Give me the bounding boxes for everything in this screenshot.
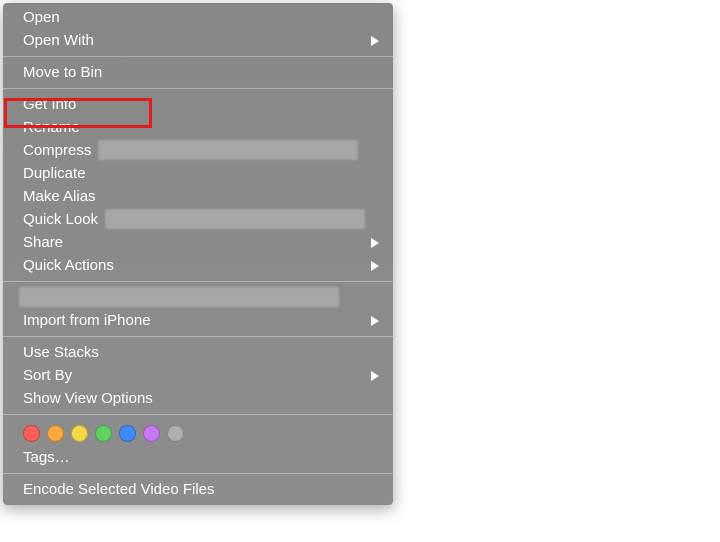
menu-item-label: Make Alias <box>23 188 96 205</box>
menu-separator <box>3 336 393 337</box>
menu-separator <box>3 88 393 89</box>
chevron-right-icon <box>371 261 379 271</box>
menu-item-label: Sort By <box>23 367 72 384</box>
menu-item-label: Quick Actions <box>23 257 114 274</box>
menu-quick-actions[interactable]: Quick Actions <box>3 254 393 277</box>
menu-separator <box>3 473 393 474</box>
menu-open-with[interactable]: Open With <box>3 29 393 52</box>
chevron-right-icon <box>371 371 379 381</box>
menu-item-label: Quick Look <box>23 211 98 228</box>
menu-move-to-bin[interactable]: Move to Bin <box>3 61 393 84</box>
menu-redacted-item[interactable] <box>3 286 393 309</box>
menu-tags[interactable]: Tags… <box>3 446 393 469</box>
tags-row <box>3 419 393 446</box>
redaction-blur <box>105 209 365 229</box>
menu-item-label: Rename <box>23 119 80 136</box>
menu-quick-look[interactable]: Quick Look <box>3 208 393 231</box>
menu-item-label: Show View Options <box>23 390 153 407</box>
tag-gray[interactable] <box>167 425 184 442</box>
context-menu: Open Open With Move to Bin Get Info Rena… <box>3 3 393 505</box>
menu-item-label: Use Stacks <box>23 344 99 361</box>
redaction-blur <box>98 140 358 160</box>
chevron-right-icon <box>371 36 379 46</box>
menu-show-view-options[interactable]: Show View Options <box>3 387 393 410</box>
menu-item-label: Duplicate <box>23 165 86 182</box>
tag-yellow[interactable] <box>71 425 88 442</box>
menu-open[interactable]: Open <box>3 6 393 29</box>
menu-duplicate[interactable]: Duplicate <box>3 162 393 185</box>
tag-red[interactable] <box>23 425 40 442</box>
menu-import-from-iphone[interactable]: Import from iPhone <box>3 309 393 332</box>
menu-use-stacks[interactable]: Use Stacks <box>3 341 393 364</box>
menu-item-label: Share <box>23 234 63 251</box>
menu-encode-video[interactable]: Encode Selected Video Files <box>3 478 393 501</box>
menu-separator <box>3 281 393 282</box>
menu-item-label: Tags… <box>23 449 70 466</box>
menu-item-label: Encode Selected Video Files <box>23 481 215 498</box>
menu-item-label: Open <box>23 9 60 26</box>
menu-item-label: Import from iPhone <box>23 312 151 329</box>
menu-sort-by[interactable]: Sort By <box>3 364 393 387</box>
menu-share[interactable]: Share <box>3 231 393 254</box>
menu-make-alias[interactable]: Make Alias <box>3 185 393 208</box>
menu-item-label: Compress <box>23 142 91 159</box>
tag-blue[interactable] <box>119 425 136 442</box>
tag-purple[interactable] <box>143 425 160 442</box>
menu-separator <box>3 414 393 415</box>
redaction-blur <box>19 287 339 307</box>
menu-get-info[interactable]: Get Info <box>3 93 393 116</box>
menu-compress[interactable]: Compress <box>3 139 393 162</box>
menu-item-label: Move to Bin <box>23 64 102 81</box>
tag-orange[interactable] <box>47 425 64 442</box>
menu-item-label: Get Info <box>23 96 76 113</box>
menu-separator <box>3 56 393 57</box>
tag-green[interactable] <box>95 425 112 442</box>
menu-item-label: Open With <box>23 32 94 49</box>
menu-rename[interactable]: Rename <box>3 116 393 139</box>
chevron-right-icon <box>371 316 379 326</box>
chevron-right-icon <box>371 238 379 248</box>
